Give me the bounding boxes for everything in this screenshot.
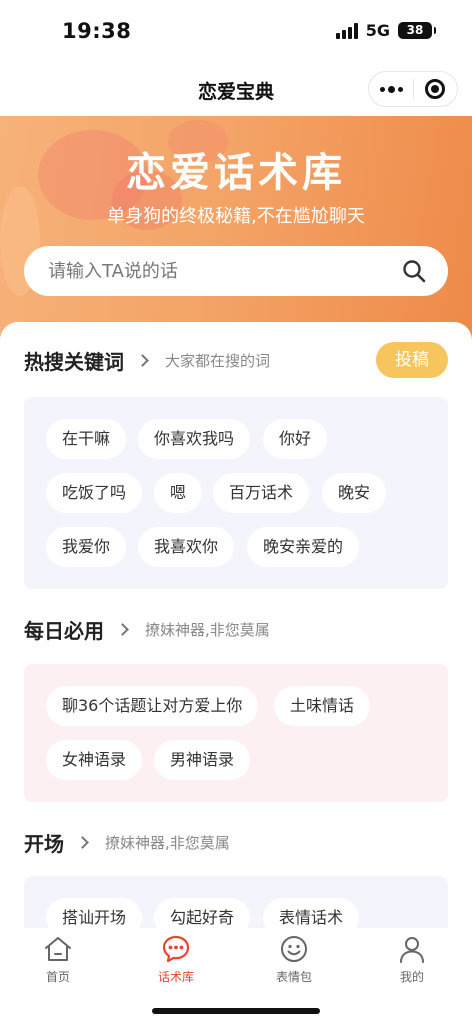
chat-bubble-icon [162, 935, 190, 963]
section-desc: 大家都在搜的词 [165, 351, 271, 370]
more-icon[interactable] [369, 72, 413, 106]
section-title: 每日必用 [24, 618, 104, 643]
topic-chip[interactable]: 土味情话 [274, 686, 371, 726]
home-icon [45, 937, 71, 961]
tab-label: 首页 [45, 970, 70, 984]
search-input[interactable] [48, 246, 388, 296]
section-desc: 撩妹神器,非您莫属 [105, 833, 230, 852]
search-icon[interactable] [402, 259, 426, 283]
chevron-right-icon [116, 622, 129, 636]
keyword-chip[interactable]: 嗯 [154, 473, 203, 513]
keyword-chip[interactable]: 你喜欢我吗 [138, 419, 251, 459]
keyword-chip[interactable]: 我喜欢你 [138, 527, 235, 567]
daily-header[interactable]: 每日必用 撩妹神器,非您莫属 [24, 612, 270, 646]
tab-label: 话术库 [157, 970, 194, 984]
hero-title: 恋爱话术库 [126, 150, 346, 196]
status-indicators: 5G 38 [335, 21, 436, 40]
tab-stickers[interactable]: 表情包 [254, 934, 334, 985]
close-miniprogram-icon[interactable] [414, 72, 457, 106]
keyword-chip[interactable]: 在干嘛 [46, 419, 127, 459]
app-screen: 19:38 5G 38 恋爱宝典 恋爱话术库 单身狗的终极秘籍,不在尴尬聊天 请… [0, 0, 472, 1024]
section-desc: 撩妹神器,非您莫属 [145, 620, 270, 639]
hero-subtitle: 单身狗的终极秘籍,不在尴尬聊天 [107, 206, 365, 227]
opening-header[interactable]: 开场 撩妹神器,非您莫属 [24, 825, 230, 859]
keyword-chip[interactable]: 吃饭了吗 [46, 473, 143, 513]
section-title: 开场 [24, 831, 64, 856]
hero-banner: 恋爱话术库 单身狗的终极秘籍,不在尴尬聊天 [0, 116, 472, 346]
signal-icon [335, 22, 358, 39]
daily-panel: 聊36个话题让对方爱上你 土味情话 女神语录 男神语录 [24, 664, 448, 802]
tab-label: 表情包 [275, 970, 312, 984]
miniprogram-capsule [368, 71, 458, 107]
chevron-right-icon [76, 835, 89, 849]
nav-bar: 恋爱宝典 [0, 62, 472, 116]
smiley-icon [281, 936, 307, 962]
keyword-chip[interactable]: 你好 [263, 419, 328, 459]
section-title: 热搜关键词 [24, 349, 124, 374]
battery-icon: 38 [398, 22, 436, 39]
tab-label: 我的 [399, 970, 424, 984]
search-bar[interactable] [24, 246, 448, 296]
keyword-chip[interactable]: 晚安亲爱的 [247, 527, 360, 567]
network-type: 5G [365, 21, 390, 40]
keyword-chip[interactable]: 晚安 [322, 473, 387, 513]
status-time: 19:38 [62, 19, 132, 43]
tab-mine[interactable]: 我的 [372, 934, 452, 985]
home-indicator[interactable] [152, 1008, 320, 1014]
content-card: 热搜关键词 大家都在搜的词 投稿 在干嘛 你喜欢我吗 你好 吃饭了吗 嗯 百万话… [0, 322, 472, 932]
opening-chip[interactable]: 表情话术 [263, 898, 360, 932]
status-bar: 19:38 5G 38 [0, 0, 472, 62]
chevron-right-icon [136, 353, 149, 367]
topic-chip[interactable]: 女神语录 [46, 740, 143, 780]
hot-keywords-panel: 在干嘛 你喜欢我吗 你好 吃饭了吗 嗯 百万话术 晚安 我爱你 我喜欢你 晚安亲… [24, 397, 448, 589]
topic-chip[interactable]: 男神语录 [154, 740, 251, 780]
person-icon [400, 937, 424, 963]
opening-chip[interactable]: 搭讪开场 [46, 898, 143, 932]
keyword-chip[interactable]: 我爱你 [46, 527, 127, 567]
hot-keywords-header[interactable]: 热搜关键词 大家都在搜的词 [24, 343, 270, 377]
contribute-button[interactable]: 投稿 [376, 342, 448, 378]
tab-home[interactable]: 首页 [18, 934, 98, 985]
keyword-chip[interactable]: 百万话术 [213, 473, 310, 513]
topic-chip[interactable]: 聊36个话题让对方爱上你 [46, 686, 259, 726]
opening-chip[interactable]: 勾起好奇 [154, 898, 251, 932]
opening-panel: 搭讪开场 勾起好奇 表情话术 [24, 876, 448, 932]
tab-phrase-library[interactable]: 话术库 [136, 934, 216, 985]
